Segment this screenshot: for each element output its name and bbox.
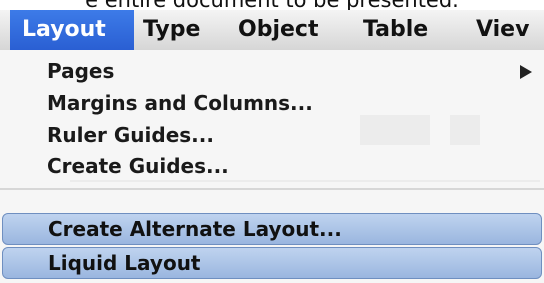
menu-layout-label: Layout: [22, 17, 106, 42]
menu-item-create-guides-label: Create Guides...: [47, 154, 229, 178]
menu-item-liquid-layout[interactable]: Liquid Layout: [2, 247, 542, 279]
menu-item-create-guides[interactable]: Create Guides...: [47, 151, 229, 181]
menu-item-ruler-guides-label: Ruler Guides...: [47, 123, 214, 147]
menu-item-ruler-guides[interactable]: Ruler Guides...: [47, 120, 214, 150]
menu-item-margins-columns-label: Margins and Columns...: [47, 91, 313, 115]
menu-type-label: Type: [143, 17, 201, 42]
menu-item-create-alternate-layout[interactable]: Create Alternate Layout...: [2, 213, 542, 245]
menu-type[interactable]: Type: [143, 10, 200, 50]
menu-view-label: Viev: [476, 17, 530, 42]
layout-dropdown-menu: Pages Margins and Columns... Ruler Guide…: [0, 50, 544, 283]
submenu-arrow-icon: [520, 65, 532, 79]
menu-item-create-alternate-layout-label: Create Alternate Layout...: [48, 217, 342, 241]
menu-table[interactable]: Table: [363, 10, 428, 50]
menu-layout[interactable]: Layout: [10, 10, 134, 50]
menu-table-label: Table: [363, 17, 429, 42]
menu-view[interactable]: Viev: [476, 10, 529, 50]
menu-bar: Layout Type Object Table Viev: [0, 10, 544, 51]
menu-item-pages-label: Pages: [47, 59, 115, 83]
menu-item-liquid-layout-label: Liquid Layout: [48, 251, 201, 275]
menu-separator: [0, 188, 544, 190]
menu-item-pages[interactable]: Pages: [47, 56, 537, 86]
menu-object-label: Object: [238, 17, 319, 42]
menu-item-margins-columns[interactable]: Margins and Columns...: [47, 88, 313, 118]
menu-object[interactable]: Object: [238, 10, 318, 50]
